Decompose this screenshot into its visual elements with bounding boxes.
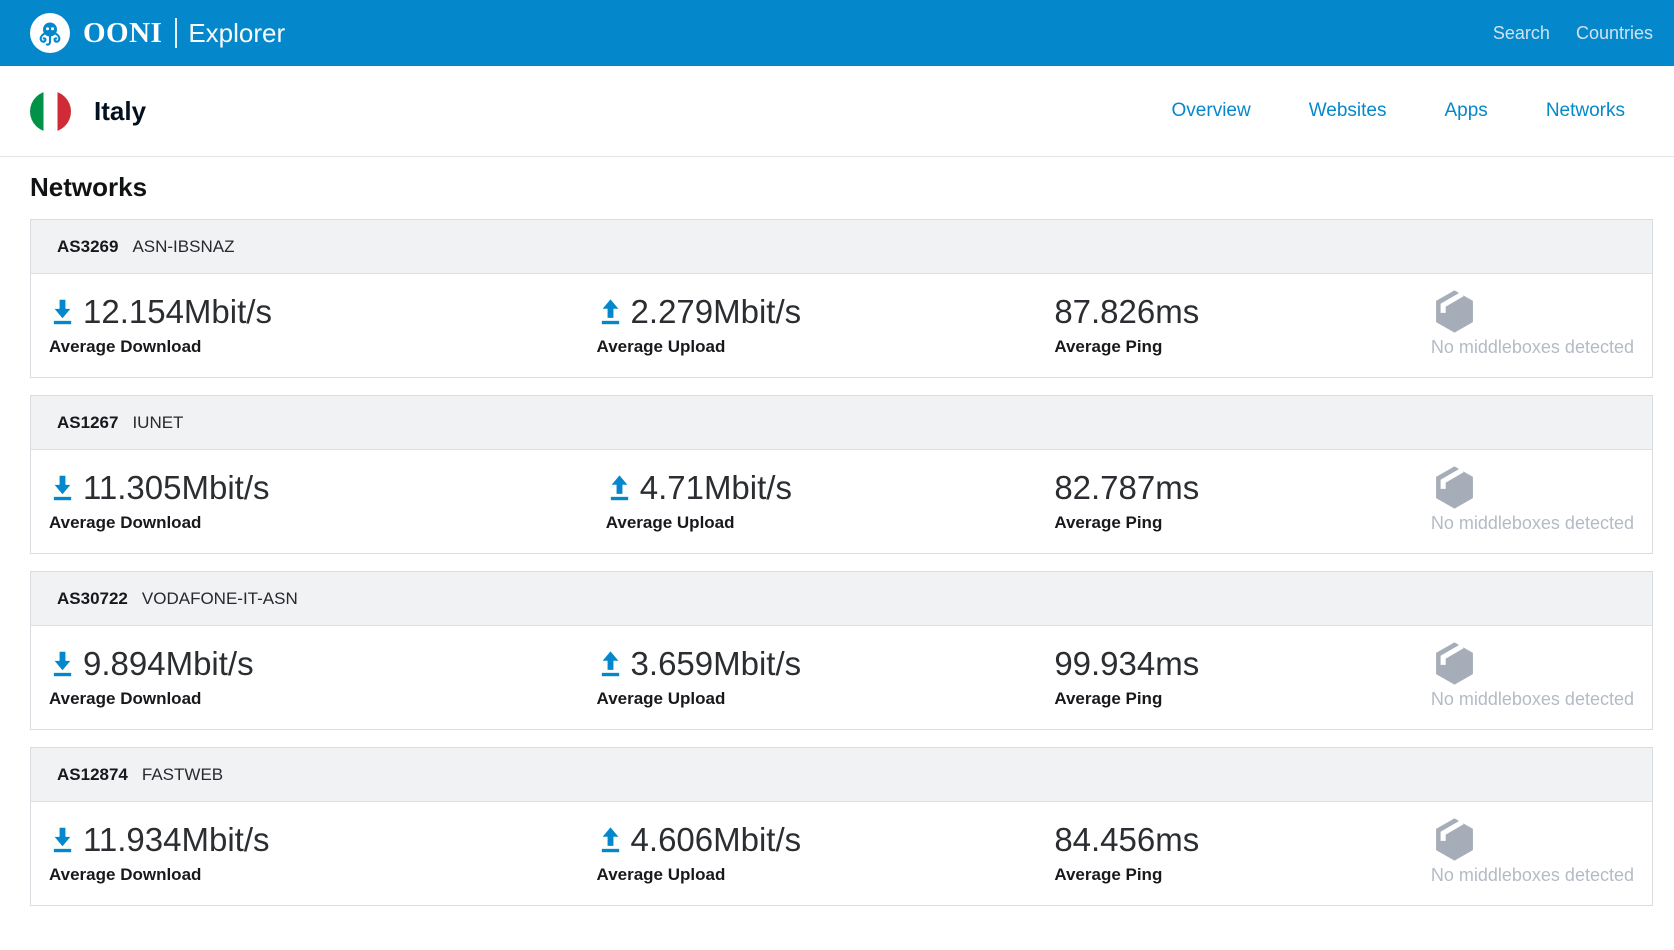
network-card-header: AS1267 IUNET	[31, 396, 1652, 450]
middlebox-cell: No middleboxes detected	[1349, 464, 1634, 534]
middlebox-icon	[1431, 464, 1478, 511]
asn-name: FASTWEB	[142, 765, 223, 785]
country-tabs: Overview Websites Apps Networks	[1172, 100, 1625, 122]
network-card: AS1267 IUNET 11.305Mbit/s Average Downlo…	[30, 395, 1653, 554]
top-header: OONI Explorer Search Countries	[0, 0, 1674, 66]
upload-cell: 4.606Mbit/s Average Upload	[493, 816, 905, 886]
middlebox-cell: No middleboxes detected	[1349, 640, 1634, 710]
ping-cell: 99.934ms Average Ping	[905, 640, 1349, 710]
download-label: Average Download	[49, 865, 201, 885]
middlebox-icon	[1431, 288, 1478, 335]
top-nav: Search Countries	[1493, 23, 1653, 44]
download-cell: 12.154Mbit/s Average Download	[49, 288, 493, 358]
download-value: 12.154Mbit/s	[83, 295, 272, 328]
main-content: Networks AS3269 ASN-IBSNAZ 12.154Mbit/s …	[0, 172, 1674, 906]
upload-label: Average Upload	[597, 865, 726, 885]
brand-product: Explorer	[188, 18, 285, 49]
upload-value: 3.659Mbit/s	[631, 647, 802, 680]
download-value: 9.894Mbit/s	[83, 647, 254, 680]
network-card-header: AS3269 ASN-IBSNAZ	[31, 220, 1652, 274]
asn-name: IUNET	[132, 413, 183, 433]
download-label: Average Download	[49, 689, 201, 709]
ooni-logo-icon	[30, 13, 70, 53]
italy-flag-icon	[30, 91, 71, 132]
download-cell: 11.305Mbit/s Average Download	[49, 464, 493, 534]
ping-cell: 82.787ms Average Ping	[905, 464, 1349, 534]
network-card-body: 12.154Mbit/s Average Download 2.279Mbit/…	[31, 274, 1652, 377]
asn-name: ASN-IBSNAZ	[132, 237, 234, 257]
download-label: Average Download	[49, 513, 201, 533]
ping-value: 87.826ms	[1054, 295, 1199, 328]
country-name: Italy	[94, 96, 146, 127]
upload-icon	[597, 298, 624, 325]
middlebox-label: No middleboxes detected	[1431, 513, 1634, 534]
network-list: AS3269 ASN-IBSNAZ 12.154Mbit/s Average D…	[30, 219, 1653, 906]
network-card-header: AS12874 FASTWEB	[31, 748, 1652, 802]
download-cell: 11.934Mbit/s Average Download	[49, 816, 493, 886]
middlebox-icon	[1431, 816, 1478, 863]
upload-value: 2.279Mbit/s	[631, 295, 802, 328]
nav-search-link[interactable]: Search	[1493, 23, 1550, 44]
download-value: 11.305Mbit/s	[83, 471, 270, 504]
asn-name: VODAFONE-IT-ASN	[142, 589, 298, 609]
tab-overview[interactable]: Overview	[1172, 100, 1251, 122]
tab-websites[interactable]: Websites	[1309, 100, 1387, 122]
asn-number: AS30722	[57, 589, 128, 609]
download-value: 11.934Mbit/s	[83, 823, 270, 856]
download-cell: 9.894Mbit/s Average Download	[49, 640, 493, 710]
network-card: AS30722 VODAFONE-IT-ASN 9.894Mbit/s Aver…	[30, 571, 1653, 730]
upload-icon	[597, 826, 624, 853]
upload-cell: 3.659Mbit/s Average Upload	[493, 640, 905, 710]
asn-number: AS3269	[57, 237, 118, 257]
network-card-body: 9.894Mbit/s Average Download 3.659Mbit/s…	[31, 626, 1652, 729]
middlebox-label: No middleboxes detected	[1431, 337, 1634, 358]
brand-divider	[175, 18, 177, 48]
upload-label: Average Upload	[606, 513, 735, 533]
upload-value: 4.606Mbit/s	[631, 823, 802, 856]
middlebox-label: No middleboxes detected	[1431, 865, 1634, 886]
network-card-header: AS30722 VODAFONE-IT-ASN	[31, 572, 1652, 626]
upload-label: Average Upload	[597, 689, 726, 709]
upload-cell: 4.71Mbit/s Average Upload	[493, 464, 905, 534]
brand-name: OONI	[83, 17, 162, 50]
download-icon	[49, 650, 76, 677]
download-icon	[49, 826, 76, 853]
network-card-body: 11.934Mbit/s Average Download 4.606Mbit/…	[31, 802, 1652, 905]
network-card: AS3269 ASN-IBSNAZ 12.154Mbit/s Average D…	[30, 219, 1653, 378]
ping-label: Average Ping	[1054, 513, 1162, 533]
section-title: Networks	[30, 172, 1653, 203]
asn-number: AS12874	[57, 765, 128, 785]
ping-cell: 84.456ms Average Ping	[905, 816, 1349, 886]
middlebox-icon	[1431, 640, 1478, 687]
upload-cell: 2.279Mbit/s Average Upload	[493, 288, 905, 358]
tab-networks[interactable]: Networks	[1546, 100, 1625, 122]
network-card-body: 11.305Mbit/s Average Download 4.71Mbit/s…	[31, 450, 1652, 553]
middlebox-cell: No middleboxes detected	[1349, 288, 1634, 358]
upload-value: 4.71Mbit/s	[640, 471, 792, 504]
download-icon	[49, 474, 76, 501]
nav-countries-link[interactable]: Countries	[1576, 23, 1653, 44]
ping-value: 99.934ms	[1054, 647, 1199, 680]
ping-label: Average Ping	[1054, 689, 1162, 709]
tab-apps[interactable]: Apps	[1445, 100, 1488, 122]
brand[interactable]: OONI Explorer	[30, 13, 285, 53]
ping-value: 84.456ms	[1054, 823, 1199, 856]
network-card: AS12874 FASTWEB 11.934Mbit/s Average Dow…	[30, 747, 1653, 906]
download-label: Average Download	[49, 337, 201, 357]
middlebox-cell: No middleboxes detected	[1349, 816, 1634, 886]
ping-label: Average Ping	[1054, 337, 1162, 357]
ping-cell: 87.826ms Average Ping	[905, 288, 1349, 358]
country-header: Italy Overview Websites Apps Networks	[0, 66, 1674, 157]
download-icon	[49, 298, 76, 325]
ping-value: 82.787ms	[1054, 471, 1199, 504]
upload-icon	[597, 650, 624, 677]
upload-label: Average Upload	[597, 337, 726, 357]
asn-number: AS1267	[57, 413, 118, 433]
upload-icon	[606, 474, 633, 501]
middlebox-label: No middleboxes detected	[1431, 689, 1634, 710]
ping-label: Average Ping	[1054, 865, 1162, 885]
